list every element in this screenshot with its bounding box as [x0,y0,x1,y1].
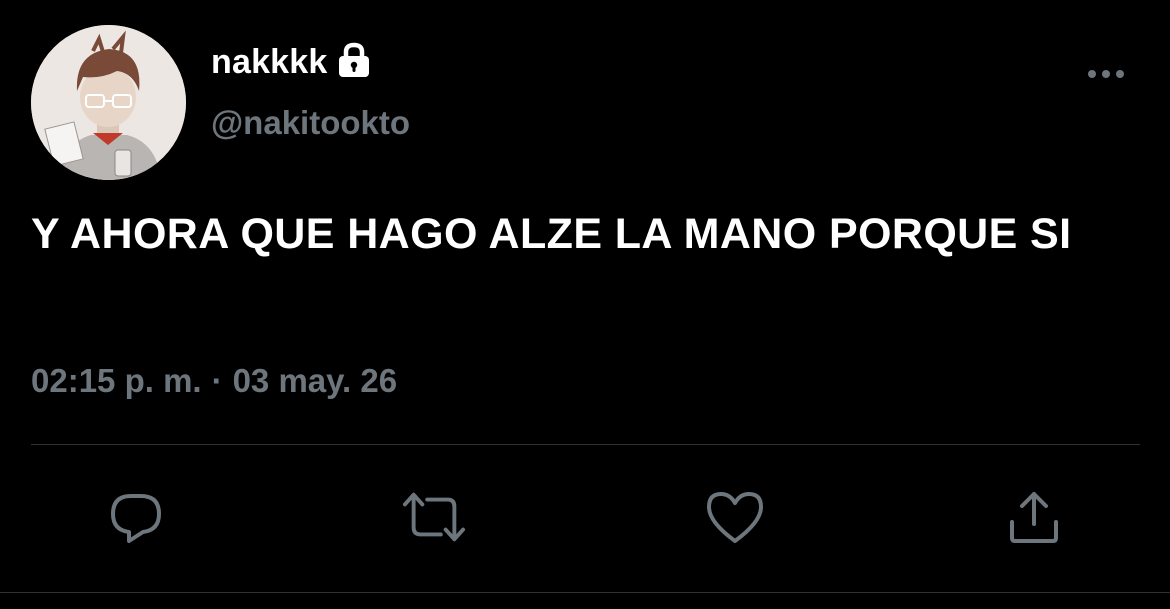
tweet-card: nakkkk @nakitookto Y AHORA QUE HAGO ALZE… [0,0,1170,609]
avatar[interactable] [31,25,186,180]
reply-icon [111,494,161,543]
tweet-text: Y AHORA QUE HAGO ALZE LA MANO PORQUE SI [31,210,1072,258]
heart-icon [707,492,763,543]
divider-bottom [0,592,1170,593]
more-options-button[interactable] [1082,58,1130,90]
lock-icon [336,42,372,80]
divider [31,444,1140,445]
display-name[interactable]: nakkkk [211,43,328,82]
user-name-row: nakkkk [211,38,372,86]
meta-separator: · [211,362,223,399]
user-handle[interactable]: @nakitookto [211,104,410,142]
share-button[interactable] [1002,485,1066,549]
tweet-timestamp[interactable]: 02:15 p. m. · 03 may. 26 [31,362,397,400]
avatar-illustration [31,25,186,180]
tweet-time: 02:15 p. m. [31,362,202,399]
reply-button[interactable] [104,485,168,549]
retweet-button[interactable] [402,485,466,549]
retweet-icon [402,492,466,542]
share-icon [1010,492,1058,543]
tweet-date: 03 may. 26 [232,362,398,399]
like-button[interactable] [703,485,767,549]
more-horizontal-icon [1088,70,1124,78]
